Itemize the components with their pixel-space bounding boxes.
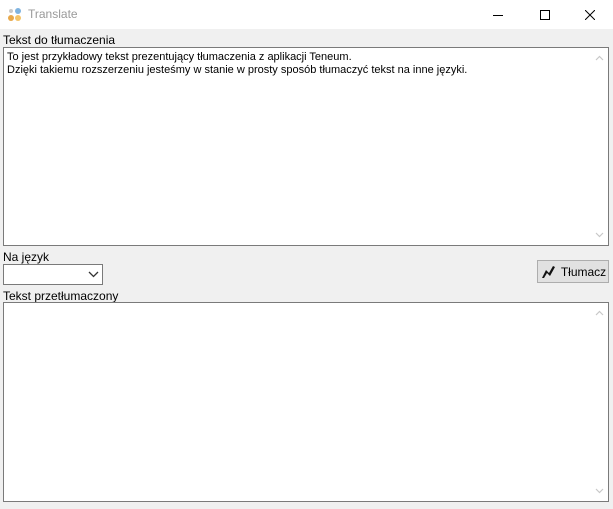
scroll-up-arrow-icon[interactable] xyxy=(595,54,604,63)
maximize-button[interactable] xyxy=(522,0,568,29)
scroll-down-arrow-icon[interactable] xyxy=(595,486,604,495)
close-button[interactable] xyxy=(567,0,613,29)
minimize-button[interactable] xyxy=(475,0,521,29)
result-text-label: Tekst przetłumaczony xyxy=(3,289,119,303)
source-text-area[interactable]: To jest przykładowy tekst prezentujący t… xyxy=(3,47,609,246)
result-scrollbar[interactable] xyxy=(591,303,608,501)
source-text-label: Tekst do tłumaczenia xyxy=(3,33,116,47)
maximize-icon xyxy=(540,9,550,20)
app-icon xyxy=(8,8,21,21)
target-language-select[interactable] xyxy=(3,264,103,285)
scroll-down-arrow-icon[interactable] xyxy=(595,230,604,239)
source-text-content: To jest przykładowy tekst prezentujący t… xyxy=(7,51,468,76)
source-scrollbar[interactable] xyxy=(591,48,608,245)
target-language-label: Na język xyxy=(3,250,50,264)
translate-button[interactable]: Tłumacz xyxy=(537,260,609,283)
title-bar[interactable]: Translate xyxy=(0,0,613,29)
chevron-down-icon xyxy=(88,271,99,278)
translate-button-label: Tłumacz xyxy=(560,264,607,279)
scroll-up-arrow-icon[interactable] xyxy=(595,309,604,318)
window-title: Translate xyxy=(28,7,78,21)
result-text-area[interactable] xyxy=(3,302,609,502)
lightning-icon xyxy=(541,265,555,278)
close-icon xyxy=(585,9,595,20)
minimize-icon xyxy=(493,14,503,16)
translate-window: Translate Tekst do tłumaczenia To jest p… xyxy=(0,0,613,509)
